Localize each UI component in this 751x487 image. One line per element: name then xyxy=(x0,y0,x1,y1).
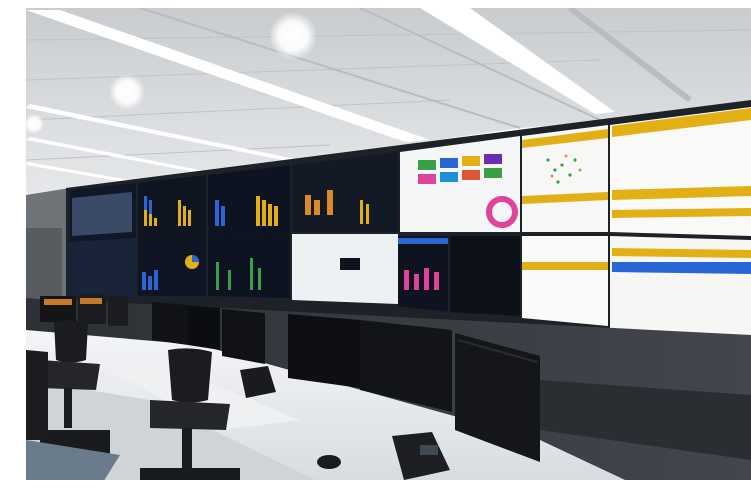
back-wall xyxy=(26,188,70,305)
back-monitors xyxy=(40,294,128,326)
control-room-photo xyxy=(0,0,751,487)
